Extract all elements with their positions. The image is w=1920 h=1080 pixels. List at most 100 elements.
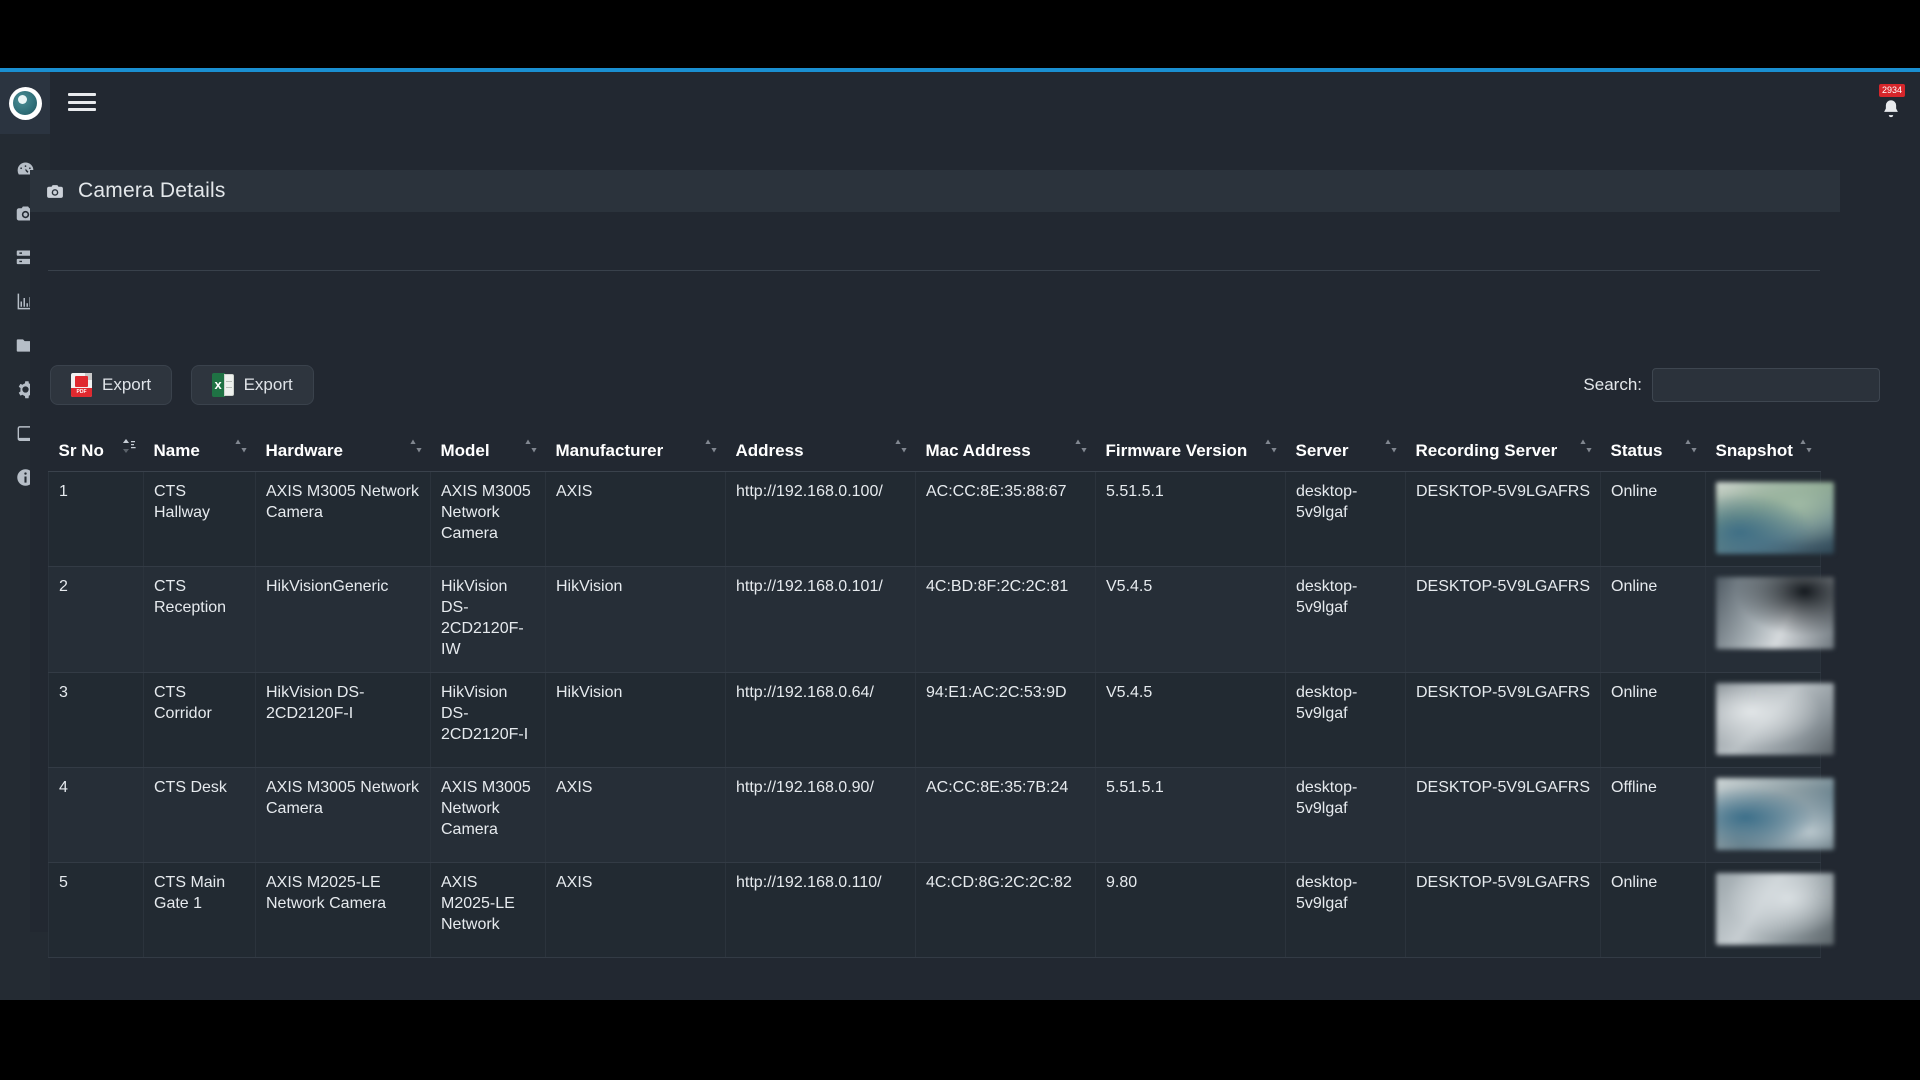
cell-recording-server: DESKTOP-5V9LGAFRS — [1406, 768, 1601, 863]
hamburger-line — [68, 93, 96, 96]
cell-address: http://192.168.0.110/ — [726, 863, 916, 958]
column-header-recording-server[interactable]: Recording Server — [1406, 432, 1601, 472]
column-label: Manufacturer — [556, 441, 664, 460]
cell-snapshot[interactable] — [1706, 768, 1821, 863]
column-header-server[interactable]: Server — [1286, 432, 1406, 472]
panel-divider — [48, 270, 1820, 271]
cell-mac-address: AC:CC:8E:35:88:67 — [916, 472, 1096, 567]
snapshot-thumbnail[interactable] — [1716, 577, 1834, 649]
cell-hardware: AXIS M2025-LE Network Camera — [256, 863, 431, 958]
export-excel-button[interactable]: x Export — [191, 365, 314, 405]
cell-snapshot[interactable] — [1706, 863, 1821, 958]
excel-file-icon: x — [212, 373, 234, 397]
search-input[interactable] — [1652, 368, 1880, 402]
cell-mac-address: 4C:BD:8F:2C:2C:81 — [916, 567, 1096, 673]
table-row[interactable]: 5 CTS Main Gate 1 AXIS M2025-LE Network … — [49, 863, 1821, 958]
column-header-snapshot[interactable]: Snapshot — [1706, 432, 1821, 472]
sort-toggle-icon[interactable] — [409, 438, 423, 454]
cell-snapshot[interactable] — [1706, 567, 1821, 673]
sort-toggle-icon[interactable] — [1384, 438, 1398, 454]
cell-address: http://192.168.0.64/ — [726, 673, 916, 768]
cell-hardware: HikVision DS-2CD2120F-I — [256, 673, 431, 768]
search-label: Search: — [1583, 375, 1642, 395]
snapshot-thumbnail[interactable] — [1716, 873, 1834, 945]
export-pdf-button[interactable]: PDF Export — [50, 365, 172, 405]
cell-address: http://192.168.0.100/ — [726, 472, 916, 567]
app-logo-icon — [9, 87, 42, 120]
screen-top-letterbox — [0, 0, 1920, 68]
sort-toggle-icon[interactable] — [1684, 438, 1698, 454]
menu-toggle-button[interactable] — [68, 90, 96, 114]
cell-hardware: AXIS M3005 Network Camera — [256, 472, 431, 567]
status-badge: Online — [1601, 863, 1706, 958]
sort-toggle-icon[interactable] — [894, 438, 908, 454]
column-label: Model — [441, 441, 490, 460]
camera-details-table-container: Sr No Name Hardware — [48, 432, 1820, 958]
cell-snapshot[interactable] — [1706, 673, 1821, 768]
cell-mac-address: 4C:CD:8G:2C:2C:82 — [916, 863, 1096, 958]
snapshot-thumbnail[interactable] — [1716, 683, 1834, 755]
status-badge: Offline — [1601, 768, 1706, 863]
status-badge: Online — [1601, 673, 1706, 768]
cell-address: http://192.168.0.90/ — [726, 768, 916, 863]
sort-toggle-icon[interactable] — [1799, 438, 1813, 454]
table-row[interactable]: 2 CTS Reception HikVisionGeneric HikVisi… — [49, 567, 1821, 673]
cell-mac-address: 94:E1:AC:2C:53:9D — [916, 673, 1096, 768]
cell-sr-no: 3 — [49, 673, 144, 768]
notifications-button[interactable]: 2934 — [1874, 86, 1914, 126]
cell-firmware-version: V5.4.5 — [1096, 673, 1286, 768]
hamburger-line — [68, 108, 96, 111]
camera-icon — [44, 182, 66, 201]
cell-firmware-version: 5.51.5.1 — [1096, 768, 1286, 863]
cell-server: desktop-5v9lgaf — [1286, 768, 1406, 863]
cell-model: AXIS M2025-LE Network — [431, 863, 546, 958]
column-header-model[interactable]: Model — [431, 432, 546, 472]
column-header-manufacturer[interactable]: Manufacturer — [546, 432, 726, 472]
cell-manufacturer: AXIS — [546, 472, 726, 567]
cell-recording-server: DESKTOP-5V9LGAFRS — [1406, 567, 1601, 673]
column-header-mac-address[interactable]: Mac Address — [916, 432, 1096, 472]
cell-sr-no: 4 — [49, 768, 144, 863]
cell-firmware-version: 9.80 — [1096, 863, 1286, 958]
sort-toggle-icon[interactable] — [1579, 438, 1593, 454]
column-label: Name — [154, 441, 200, 460]
sidebar-brand[interactable] — [0, 72, 50, 134]
hamburger-line — [68, 101, 96, 104]
column-header-address[interactable]: Address — [726, 432, 916, 472]
column-header-sr-no[interactable]: Sr No — [49, 432, 144, 472]
column-header-name[interactable]: Name — [144, 432, 256, 472]
app-viewport: 2934 Camera Details PDF Export — [0, 72, 1920, 1000]
cell-recording-server: DESKTOP-5V9LGAFRS — [1406, 472, 1601, 567]
app-root: 2934 Camera Details PDF Export — [0, 0, 1920, 1080]
table-row[interactable]: 3 CTS Corridor HikVision DS-2CD2120F-I H… — [49, 673, 1821, 768]
snapshot-thumbnail[interactable] — [1716, 482, 1834, 554]
table-body: 1 CTS Hallway AXIS M3005 Network Camera … — [49, 472, 1821, 958]
cell-name: CTS Desk — [144, 768, 256, 863]
sort-toggle-icon[interactable] — [704, 438, 718, 454]
sort-toggle-icon[interactable] — [1074, 438, 1088, 454]
table-row[interactable]: 4 CTS Desk AXIS M3005 Network Camera AXI… — [49, 768, 1821, 863]
cell-server: desktop-5v9lgaf — [1286, 673, 1406, 768]
column-label: Status — [1611, 441, 1663, 460]
cell-model: AXIS M3005 Network Camera — [431, 768, 546, 863]
column-header-status[interactable]: Status — [1601, 432, 1706, 472]
cell-name: CTS Main Gate 1 — [144, 863, 256, 958]
snapshot-thumbnail[interactable] — [1716, 778, 1834, 850]
column-label: Address — [736, 441, 804, 460]
table-row[interactable]: 1 CTS Hallway AXIS M3005 Network Camera … — [49, 472, 1821, 567]
cell-hardware: HikVisionGeneric — [256, 567, 431, 673]
cell-server: desktop-5v9lgaf — [1286, 567, 1406, 673]
bell-icon — [1880, 98, 1902, 120]
sort-toggle-icon[interactable] — [234, 438, 248, 454]
cell-hardware: AXIS M3005 Network Camera — [256, 768, 431, 863]
column-header-firmware-version[interactable]: Firmware Version — [1096, 432, 1286, 472]
sort-toggle-icon[interactable] — [524, 438, 538, 454]
column-header-hardware[interactable]: Hardware — [256, 432, 431, 472]
sort-toggle-icon[interactable] — [1264, 438, 1278, 454]
cell-sr-no: 1 — [49, 472, 144, 567]
column-label: Snapshot — [1716, 441, 1793, 460]
camera-details-table: Sr No Name Hardware — [48, 432, 1821, 958]
sort-ascending-icon[interactable] — [122, 438, 136, 454]
cell-snapshot[interactable] — [1706, 472, 1821, 567]
cell-recording-server: DESKTOP-5V9LGAFRS — [1406, 673, 1601, 768]
